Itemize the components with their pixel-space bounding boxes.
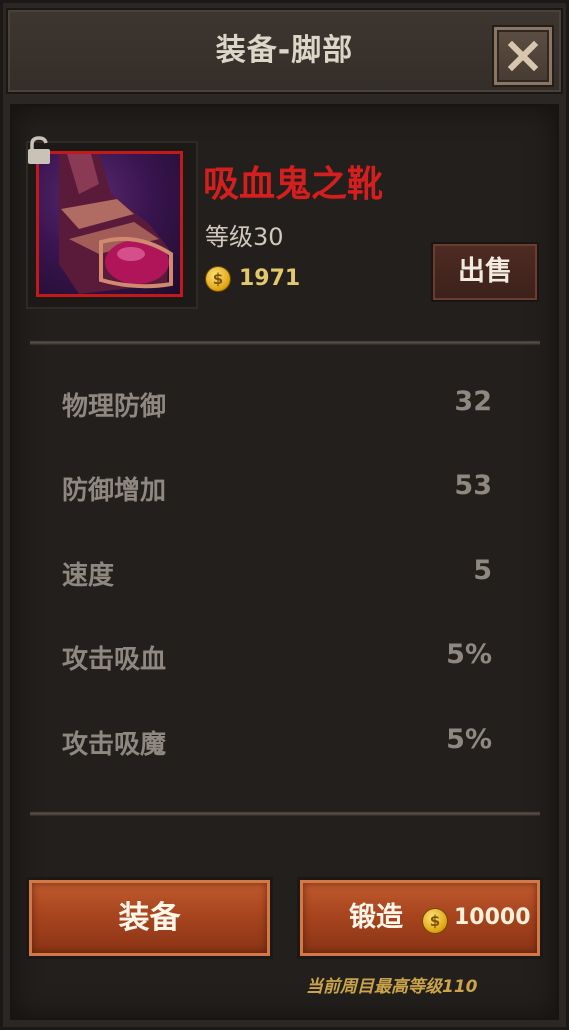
stat-value: 53 [454, 470, 492, 501]
stat-row: 攻击吸魔 5% [62, 724, 492, 764]
stat-label: 防御增加 [62, 476, 167, 506]
boot-icon [59, 154, 173, 294]
gold-coin-icon: $ [423, 909, 447, 933]
stat-label: 物理防御 [62, 392, 167, 422]
stat-label: 攻击吸魔 [62, 730, 167, 760]
stat-value: 5% [446, 724, 492, 755]
forge-button[interactable]: 锻造 $ 10000 [300, 880, 540, 956]
forge-cost: 10000 [454, 905, 531, 930]
stat-row: 防御增加 53 [62, 470, 492, 510]
forge-label: 锻造 [349, 902, 403, 933]
equip-button[interactable]: 装备 [29, 880, 270, 956]
divider-top [30, 340, 540, 346]
gold-coin-icon: $ [206, 267, 230, 291]
close-icon [507, 40, 539, 72]
stat-label: 攻击吸血 [62, 645, 167, 675]
stat-value: 32 [454, 386, 492, 417]
stat-value: 5% [446, 639, 492, 670]
stat-row: 速度 5 [62, 555, 492, 595]
close-button[interactable] [494, 27, 552, 85]
stat-row: 攻击吸血 5% [62, 639, 492, 679]
page-title: 装备-脚部 [215, 33, 354, 68]
stat-value: 5 [473, 555, 492, 586]
item-level: 等级30 [205, 223, 284, 251]
stat-label: 速度 [62, 561, 115, 591]
unlocked-lock-icon[interactable] [26, 136, 52, 170]
item-price: 1971 [239, 266, 301, 291]
divider-bottom [30, 811, 540, 817]
item-name: 吸血鬼之靴 [203, 164, 384, 205]
sell-button[interactable]: 出售 [433, 244, 537, 300]
max-level-note: 当前周目最高等级110 [306, 977, 478, 997]
boot-item-image[interactable] [36, 151, 183, 297]
stat-row: 物理防御 32 [62, 386, 492, 426]
